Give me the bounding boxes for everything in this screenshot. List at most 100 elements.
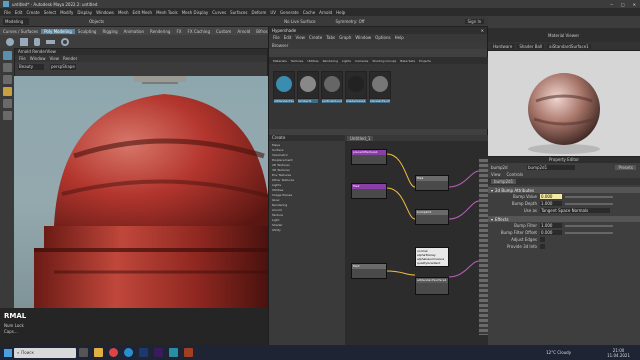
bin-tab[interactable]: Utilities [307,59,318,63]
shelf-tab[interactable]: Rendering [147,29,173,34]
presets-button[interactable]: Presets [615,164,636,170]
maya-icon[interactable] [169,348,178,357]
premiere-icon[interactable] [154,348,163,357]
main-menu-item[interactable]: Generate [280,10,299,15]
render-viewport[interactable] [14,76,268,308]
bin-tab[interactable]: Projects [419,59,431,63]
shelf-tab[interactable]: Curves / Surfaces [0,29,41,34]
sphere-icon[interactable] [6,37,14,46]
node-aistandardsurface[interactable]: aiStandardSurface1 [415,277,449,295]
graph-tab[interactable]: Untitled_1 [347,135,374,141]
signin-button[interactable]: Sign In [464,18,485,24]
node-place2d[interactable]: place2dTexture1 [351,149,387,165]
weather-label[interactable]: 12°C Cloudy [546,350,571,355]
attr-value[interactable]: 0.000 [540,194,562,199]
attr-value[interactable]: 0.000 [540,230,562,235]
main-menu-item[interactable]: Surfaces [230,10,247,15]
symmetry-label[interactable]: Symmetry: Off [336,19,365,24]
bin-tab[interactable]: Materials [273,59,287,63]
node-file2[interactable]: file2 [351,183,387,199]
live-surface-label[interactable]: No Live Surface [284,19,315,24]
camera-dropdown[interactable]: perspShape [50,63,76,70]
tab-bump2d[interactable]: bump2d1 [491,179,517,184]
shelf-tab[interactable]: Arnold [234,29,253,34]
hypershade-menu-item[interactable]: File [273,35,280,40]
scale-tool-icon[interactable] [2,111,12,120]
bin-tab[interactable]: Cameras [355,59,368,63]
chrome-icon[interactable] [109,348,118,357]
substance-icon[interactable] [184,348,193,357]
material-preview[interactable] [488,50,640,157]
aov-dropdown[interactable]: Beauty [18,63,44,70]
main-menu-item[interactable]: Edit [15,10,23,15]
attr-slider[interactable] [565,224,613,227]
hypershade-menu-item[interactable]: Options [375,35,390,40]
main-menu-item[interactable]: Deform [251,10,266,15]
hypershade-menu-item[interactable]: Tabs [326,35,335,40]
attr-slider[interactable] [565,231,613,234]
material-swatch[interactable]: aiStandardSurface1 [273,71,295,103]
bin-tab[interactable]: Bake Sets [400,59,415,63]
hypershade-menu-item[interactable]: View [295,35,305,40]
clock-date[interactable]: 11.04.2021 [607,353,630,358]
bin-tab[interactable]: Textures [291,59,304,63]
shape-dropdown[interactable]: Shader Ball [517,43,545,49]
main-menu-item[interactable]: Mesh [118,10,129,15]
arnold-menu-item[interactable]: Render [63,56,77,61]
bin-tab[interactable]: Shading Groups [372,59,396,63]
node-graph[interactable]: Untitled_1 place2dTexture1 file1 file2 b… [345,135,489,345]
main-menu-item[interactable]: Arnold [319,10,332,15]
main-menu-item[interactable]: Create [26,10,39,15]
rotate-tool-icon[interactable] [2,99,12,108]
lasso-tool-icon[interactable] [2,63,12,72]
attr-dropdown[interactable]: Tangent Space Normals [540,208,610,213]
maximize-icon[interactable]: □ [621,2,625,7]
shelf-tab[interactable]: Sculpting [75,29,100,34]
node-file3[interactable]: file3 [351,263,387,279]
material-swatch[interactable]: particleCloud1 [321,71,343,103]
hypershade-menu-item[interactable]: Create [309,35,322,40]
main-menu-item[interactable]: File [4,10,11,15]
create-tree-item[interactable]: Utility [272,228,345,233]
main-menu-item[interactable]: Windows [96,10,114,15]
move-tool-icon[interactable] [2,87,12,96]
node-name-field[interactable]: bump2d1 [527,164,575,170]
bin-tab[interactable]: Lights [342,59,351,63]
popup-item[interactable]: qualityGradient [417,261,447,265]
close-icon[interactable]: ✕ [633,2,636,7]
shelf-tab[interactable]: FX Caching [185,29,213,34]
main-menu-item[interactable]: Cache [303,10,315,15]
main-menu-item[interactable]: Select [44,10,56,15]
shelf-tab[interactable]: FX [173,29,184,34]
checkbox[interactable] [540,237,545,242]
arnold-menu-item[interactable]: View [49,56,59,61]
cylinder-icon[interactable] [34,37,40,46]
shelf-tab[interactable]: Poly Modeling [41,28,75,34]
windows-start-icon[interactable] [4,348,12,357]
shelf-tab[interactable]: Rigging [99,29,120,34]
shelf-tab[interactable]: Animation [121,29,147,34]
torus-icon[interactable] [61,37,69,46]
node-bump2d[interactable]: bump2d1 [415,209,449,225]
hypershade-menu-item[interactable]: Edit [284,35,292,40]
cube-icon[interactable] [20,37,28,46]
material-swatch[interactable]: standardSurface1 [369,71,391,103]
arnold-menu-item[interactable]: File [19,56,26,61]
main-menu-item[interactable]: Help [336,10,345,15]
main-menu-item[interactable]: UV [270,10,276,15]
main-menu-item[interactable]: Curves [212,10,226,15]
main-menu-item[interactable]: Edit Mesh [133,10,153,15]
mode-dropdown[interactable]: Modeling [3,17,29,25]
hypershade-menu-item[interactable]: Window [355,35,371,40]
attr-slider[interactable] [565,202,613,205]
renderer-dropdown[interactable]: Hardware [491,43,515,49]
main-menu-item[interactable]: Modify [60,10,73,15]
photoshop-icon[interactable] [139,348,148,357]
main-menu-item[interactable]: Display [77,10,92,15]
material-dropdown[interactable]: aiStandardSurface1 [547,43,591,49]
main-menu-item[interactable]: Mesh Display [182,10,209,15]
material-swatch[interactable]: lambert1 [297,71,319,103]
attr-slider[interactable] [565,195,613,198]
shelf-tab[interactable]: Custom [213,29,234,34]
attr-value[interactable]: 1.000 [540,201,562,206]
